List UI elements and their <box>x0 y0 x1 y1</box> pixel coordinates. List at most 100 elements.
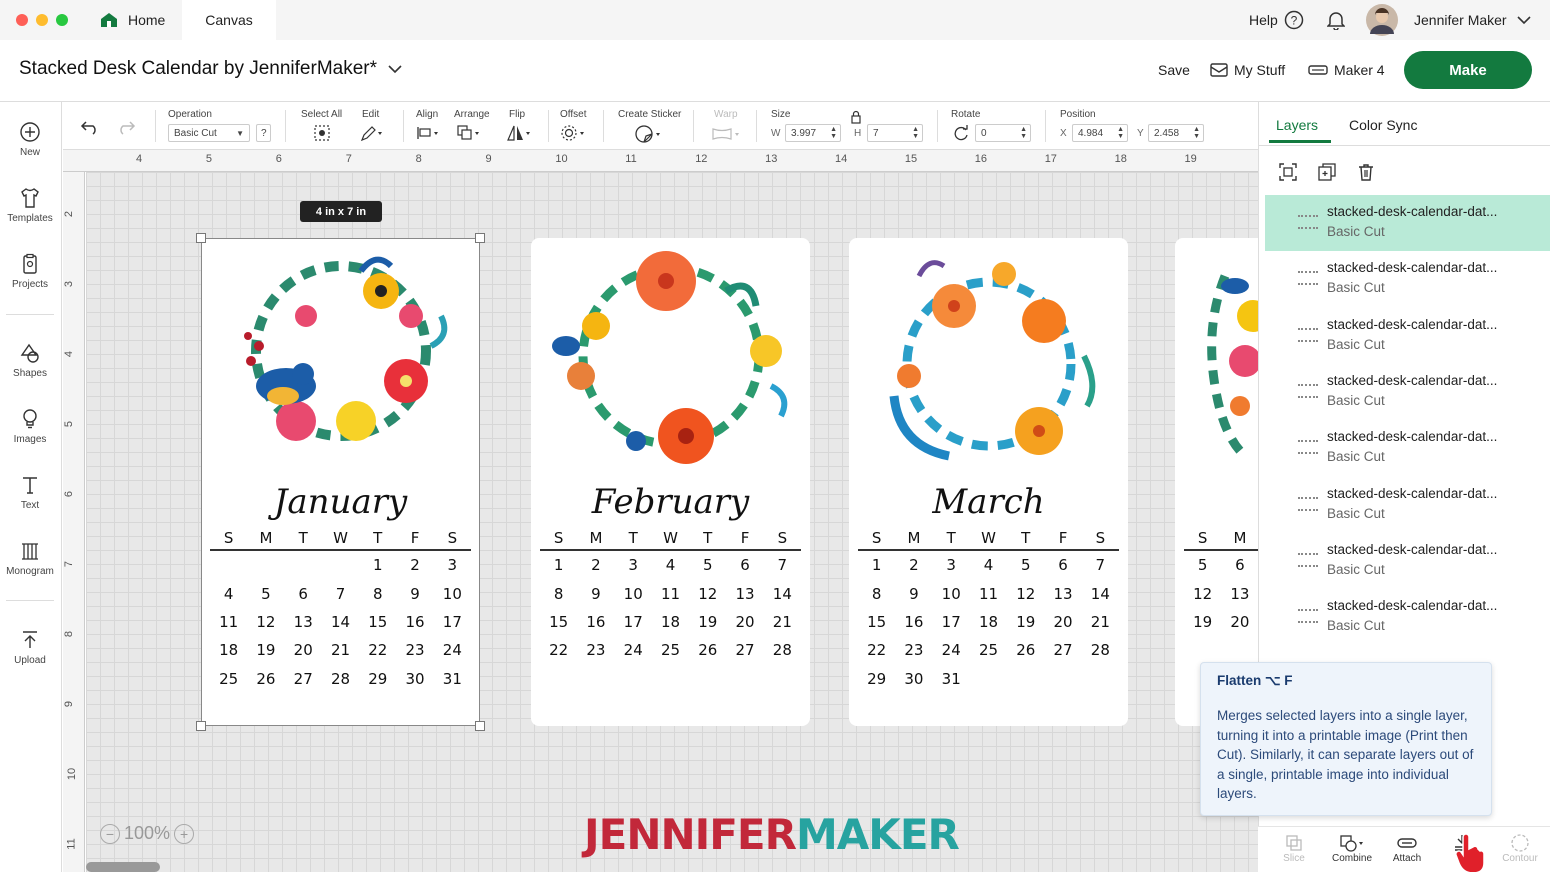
align-icon[interactable] <box>416 124 442 142</box>
undo-icon[interactable] <box>80 119 100 135</box>
tab-canvas[interactable]: Canvas <box>182 0 276 40</box>
tab-home-label: Home <box>128 12 166 28</box>
arrange-icon[interactable] <box>456 124 484 142</box>
sidebar-item-templates[interactable]: Templates <box>0 187 60 224</box>
day-number: 16 <box>904 612 924 631</box>
sidebar-item-shapes[interactable]: Shapes <box>0 342 60 379</box>
layer-row[interactable]: stacked-desk-calendar-dat... Basic Cut <box>1265 477 1550 533</box>
save-button[interactable]: Save <box>1158 62 1190 78</box>
day-number: 5 <box>1197 556 1208 575</box>
ruler-number: 6 <box>63 490 76 498</box>
flip-icon[interactable] <box>506 124 534 142</box>
slice-button[interactable]: Slice <box>1266 833 1322 864</box>
layer-row[interactable]: stacked-desk-calendar-dat... Basic Cut <box>1265 251 1550 307</box>
x-input[interactable]: 4.984 ▲ ▼ <box>1072 124 1128 142</box>
help-button[interactable]: Help ? <box>1249 0 1304 40</box>
sidebar-item-new[interactable]: New <box>0 121 60 158</box>
resize-handle-bottom-left[interactable] <box>196 721 206 731</box>
close-window-button[interactable] <box>16 14 28 26</box>
combine-button[interactable]: Combine <box>1324 833 1380 864</box>
offset-icon[interactable] <box>560 124 588 142</box>
project-title-dropdown[interactable]: Stacked Desk Calendar by JenniferMaker* <box>19 58 402 80</box>
sidebar-item-text[interactable]: Text <box>0 474 60 511</box>
calendar-card-february[interactable]: February S M T W T F S 1 2 3 4 5 6 7 8 9 10 11 12 13 14 15 16 1… <box>531 238 810 726</box>
duplicate-icon[interactable] <box>1317 162 1337 182</box>
sidebar-item-label: New <box>19 147 40 158</box>
ruler-number: 5 <box>63 420 76 428</box>
contour-button[interactable]: Contour <box>1492 833 1548 864</box>
minimize-window-button[interactable] <box>36 14 48 26</box>
weekday-label: T <box>628 529 638 547</box>
layer-row[interactable]: stacked-desk-calendar-dat... Basic Cut <box>1265 308 1550 364</box>
machine-selector[interactable]: Maker 4 <box>1308 62 1385 78</box>
operation-help-button[interactable]: ? <box>256 124 271 142</box>
select-all-icon[interactable] <box>313 124 331 142</box>
edit-pencil-icon[interactable] <box>360 124 384 142</box>
hand-cursor-icon <box>1455 833 1485 872</box>
calendar-card-march[interactable]: March S M T W T F S 1 2 3 4 5 6 7 8 9 10 11 12 13 14 15 16 17 18… <box>849 238 1128 726</box>
day-number: 8 <box>871 584 882 603</box>
sidebar-item-label: Projects <box>11 279 49 290</box>
day-number: 25 <box>978 641 999 660</box>
layer-name: stacked-desk-calendar-dat... <box>1327 485 1498 501</box>
jennifermaker-watermark: JENNIFERMAKER <box>584 810 960 859</box>
day-number: 6 <box>740 556 750 575</box>
width-input[interactable]: 3.997 ▲ ▼ <box>785 124 841 142</box>
day-number: 13 <box>1053 584 1073 603</box>
sidebar-item-monogram[interactable]: Monogram <box>0 540 60 577</box>
trash-icon[interactable] <box>1356 162 1376 182</box>
weekday-label: M <box>907 529 921 547</box>
y-input[interactable]: 2.458 ▲ ▼ <box>1148 124 1204 142</box>
slice-label: Slice <box>1283 853 1305 864</box>
notifications-button[interactable] <box>1327 0 1345 40</box>
attach-button[interactable]: Attach <box>1379 833 1435 864</box>
tab-layers[interactable]: Layers <box>1276 117 1318 133</box>
lock-icon[interactable] <box>850 110 862 124</box>
layer-row[interactable]: stacked-desk-calendar-dat... Basic Cut <box>1265 420 1550 476</box>
caret-down-icon: ▼ <box>236 128 244 138</box>
height-input[interactable]: 7 ▲ ▼ <box>867 124 923 142</box>
size-tag: 4 in x 7 in <box>300 201 382 222</box>
horizontal-scrollbar[interactable] <box>86 862 160 872</box>
layer-row[interactable]: stacked-desk-calendar-dat... Basic Cut <box>1265 195 1550 251</box>
design-canvas[interactable]: 4 in x 7 in January S M T W T F S 1 2 3 4 5 6 7 8 9 10 11… <box>86 172 1258 872</box>
layer-row[interactable]: stacked-desk-calendar-dat... Basic Cut <box>1265 533 1550 589</box>
week-row: 15 16 17 18 19 20 21 <box>858 608 1119 636</box>
weekday-label: S <box>1095 529 1106 547</box>
redo-icon[interactable] <box>116 119 136 135</box>
zoom-controls: − 100% + <box>100 823 195 844</box>
maximize-window-button[interactable] <box>56 14 68 26</box>
my-stuff-button[interactable]: My Stuff <box>1210 62 1285 78</box>
sticker-icon[interactable] <box>634 124 664 144</box>
day-number: 9 <box>909 584 919 603</box>
resize-handle-top-left[interactable] <box>196 233 206 243</box>
operation-select[interactable]: Basic Cut ▼ <box>168 124 250 142</box>
layer-name: stacked-desk-calendar-dat... <box>1327 429 1498 445</box>
tab-color-sync[interactable]: Color Sync <box>1349 117 1417 133</box>
layer-tools-bar: Slice Combine Attach Fl Contour <box>1258 826 1550 872</box>
ruler-number: 5 <box>205 153 213 165</box>
sidebar-item-images[interactable]: Images <box>0 408 60 445</box>
tab-home[interactable]: Home <box>86 0 182 40</box>
plus-circle-icon <box>20 122 40 142</box>
make-button[interactable]: Make <box>1404 51 1532 89</box>
layer-row[interactable]: stacked-desk-calendar-dat... Basic Cut <box>1265 364 1550 420</box>
rotate-input[interactable]: 0 ▲ ▼ <box>975 124 1031 142</box>
group-icon[interactable] <box>1278 162 1298 182</box>
day-number: 7 <box>1095 556 1106 575</box>
day-number: 5 <box>702 556 713 575</box>
layer-operation: Basic Cut <box>1327 224 1385 239</box>
sidebar-item-upload[interactable]: Upload <box>0 629 60 666</box>
resize-handle-top-right[interactable] <box>475 233 485 243</box>
operation-label: Operation <box>168 109 212 120</box>
user-menu[interactable]: Jennifer Maker <box>1366 0 1531 40</box>
toolbar-divider <box>1045 110 1046 142</box>
sidebar-item-projects[interactable]: Projects <box>0 253 60 290</box>
zoom-in-button[interactable]: + <box>174 823 195 844</box>
layer-row[interactable]: stacked-desk-calendar-dat... Basic Cut <box>1265 589 1550 645</box>
day-number: 12 <box>1193 584 1213 603</box>
sidebar-item-label: Shapes <box>13 368 47 379</box>
calendar-card-partial[interactable]: S M 5 6 12 13 19 20 <box>1175 238 1258 726</box>
zoom-out-button[interactable]: − <box>100 823 120 844</box>
resize-handle-bottom-right[interactable] <box>475 721 485 731</box>
